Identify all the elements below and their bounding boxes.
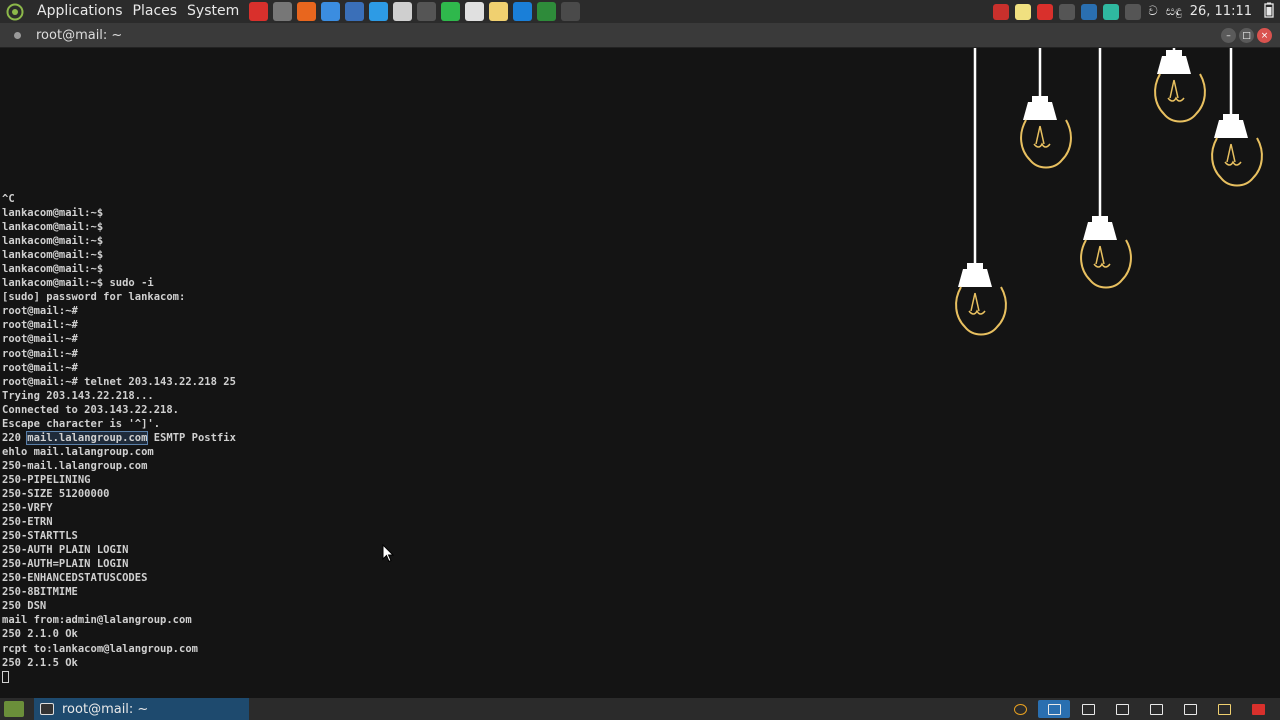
- search-icon[interactable]: [1059, 3, 1076, 20]
- window-titlebar[interactable]: root@mail: ~ – □ ×: [0, 23, 1280, 48]
- top-panel: Applications Places System ව සඳු 26, 11:…: [0, 0, 1280, 23]
- terminal-line: root@mail:~#: [2, 333, 78, 346]
- notes-task-icon[interactable]: [1208, 700, 1240, 718]
- show-desktop-icon[interactable]: [4, 701, 24, 717]
- terminal-line: 250 DSN: [2, 600, 47, 613]
- hanging-bulbs-wallpaper: [955, 48, 1263, 336]
- terminal-line: rcpt to:lankacom@lalangroup.com: [2, 642, 198, 655]
- window-title: root@mail: ~: [36, 27, 123, 43]
- calculator-icon[interactable]: [344, 2, 364, 21]
- terminal-line: root@mail:~#: [2, 347, 78, 360]
- terminal-line: lankacom@mail:~$: [2, 221, 104, 234]
- terminal-line: lankacom@mail:~$ sudo -i: [2, 277, 154, 290]
- teamviewer-icon[interactable]: [512, 2, 532, 21]
- terminal-cursor: [2, 670, 9, 683]
- places-menu[interactable]: Places: [128, 0, 183, 23]
- terminal-line: lankacom@mail:~$: [2, 207, 104, 220]
- terminal-line: Trying 203.143.22.218...: [2, 389, 154, 402]
- terminal-line: 250-ENHANCEDSTATUSCODES: [2, 572, 148, 585]
- terminal-line: 250-8BITMIME: [2, 586, 78, 599]
- keyboard-layout-label[interactable]: සඳු: [1166, 4, 1182, 19]
- text-editor-icon[interactable]: [392, 2, 412, 21]
- applications-menu[interactable]: Applications: [32, 0, 128, 23]
- spreadsheet-icon[interactable]: [440, 2, 460, 21]
- terminal-line: 250-mail.lalangroup.com: [2, 459, 148, 472]
- terminal-line: ehlo mail.lalangroup.com: [2, 445, 154, 458]
- system-tray: ව සඳු 26, 11:11: [990, 0, 1280, 23]
- terminal-line: 250 2.1.0 Ok: [2, 628, 78, 641]
- terminal-line: root@mail:~#: [2, 361, 78, 374]
- window-3-icon[interactable]: [1106, 700, 1138, 718]
- volume-icon[interactable]: [1125, 3, 1142, 20]
- window-2-icon[interactable]: [1072, 700, 1104, 718]
- anydesk-icon[interactable]: [248, 2, 268, 21]
- launcher-bar: [246, 2, 582, 21]
- record-icon[interactable]: [993, 3, 1010, 20]
- window-menu-icon[interactable]: [14, 31, 21, 39]
- terminal-icon[interactable]: [416, 2, 436, 21]
- close-button[interactable]: ×: [1257, 28, 1272, 43]
- terminal-task-icon: [40, 703, 54, 715]
- writer-icon[interactable]: [368, 2, 388, 21]
- notes-tray-icon[interactable]: [1015, 3, 1032, 20]
- taskbar-item-label: root@mail: ~: [62, 701, 149, 717]
- terminal-line: mail from:admin@lalangroup.com: [2, 614, 192, 627]
- window-controls: – □ ×: [1218, 28, 1272, 43]
- terminal-output: ^C lankacom@mail:~$ lankacom@mail:~$ lankac…: [2, 192, 236, 684]
- terminal-line: 250-AUTH=PLAIN LOGIN: [2, 558, 129, 571]
- terminal-line: lankacom@mail:~$: [2, 263, 104, 276]
- minimize-button[interactable]: –: [1221, 28, 1236, 43]
- terminal-line: lankacom@mail:~$: [2, 249, 104, 262]
- terminal-line: root@mail:~#: [2, 319, 78, 332]
- distro-logo-icon[interactable]: [4, 1, 26, 23]
- window-5-icon[interactable]: [1174, 700, 1206, 718]
- window-1-icon[interactable]: [1038, 700, 1070, 718]
- terminal-view[interactable]: ^C lankacom@mail:~$ lankacom@mail:~$ lankac…: [0, 48, 1280, 698]
- terminal-line: Escape character is '^]'.: [2, 417, 161, 430]
- selected-text[interactable]: mail.lalangroup.com: [26, 430, 149, 445]
- tray-icons: [990, 3, 1144, 20]
- system-monitor-icon[interactable]: [536, 2, 556, 21]
- terminal-line: lankacom@mail:~$: [2, 235, 104, 248]
- keyboard-layout-symbol[interactable]: ව: [1148, 4, 1157, 19]
- system-menu[interactable]: System: [182, 0, 244, 23]
- bluetooth-icon[interactable]: [1081, 3, 1098, 20]
- network-icon[interactable]: [1103, 3, 1120, 20]
- wireshark-icon[interactable]: [560, 2, 580, 21]
- chrome-task-icon[interactable]: [1004, 700, 1036, 718]
- mouse-pointer-icon: [382, 544, 395, 563]
- terminal-line: Connected to 203.143.22.218.: [2, 403, 180, 416]
- anydesk-tray-icon[interactable]: [1037, 3, 1054, 20]
- terminal-line: root@mail:~#: [2, 305, 78, 318]
- charmap-icon[interactable]: [464, 2, 484, 21]
- terminal-line: 250-SIZE 51200000: [2, 487, 110, 500]
- bottom-panel: root@mail: ~: [0, 698, 1280, 720]
- window-4-icon[interactable]: [1140, 700, 1172, 718]
- terminal-line: 250-STARTTLS: [2, 530, 78, 543]
- terminal-line: ^C: [2, 193, 15, 205]
- terminal-line: 250-ETRN: [2, 516, 53, 529]
- terminal-line: 250-VRFY: [2, 502, 53, 515]
- terminal-line: root@mail:~# telnet 203.143.22.218 25: [2, 375, 236, 388]
- terminal-line: 220 mail.lalangroup.com ESMTP Postfix: [2, 430, 236, 445]
- anydesk-task-icon[interactable]: [1242, 700, 1274, 718]
- workspace-tray: [1002, 698, 1274, 720]
- battery-icon[interactable]: [1264, 2, 1274, 22]
- notes-icon[interactable]: [488, 2, 508, 21]
- terminal-line: 250-PIPELINING: [2, 473, 91, 486]
- chrome-icon[interactable]: [320, 2, 340, 21]
- terminal-line: 250-AUTH PLAIN LOGIN: [2, 544, 129, 557]
- clock[interactable]: 26, 11:11: [1190, 4, 1252, 19]
- screenshot-icon[interactable]: [272, 2, 292, 21]
- taskbar-item-terminal[interactable]: root@mail: ~: [34, 698, 249, 720]
- terminal-line: 250 2.1.5 Ok: [2, 656, 78, 669]
- maximize-button[interactable]: □: [1239, 28, 1254, 43]
- terminal-line: [sudo] password for lankacom:: [2, 291, 186, 304]
- firefox-icon[interactable]: [296, 2, 316, 21]
